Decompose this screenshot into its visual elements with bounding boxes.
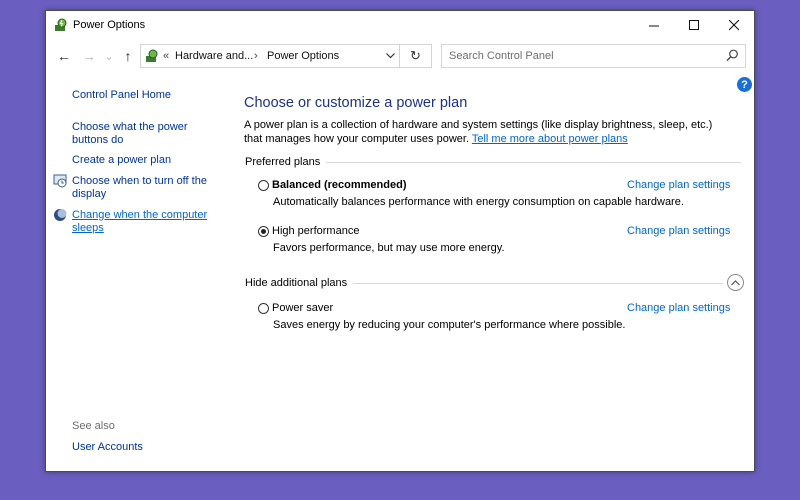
- display-settings-icon: [53, 174, 67, 191]
- search-box[interactable]: [441, 44, 746, 68]
- plan-name-balanced[interactable]: Balanced (recommended): [272, 179, 406, 191]
- collapse-additional-plans-button[interactable]: [727, 274, 744, 291]
- user-accounts-link[interactable]: User Accounts: [72, 441, 143, 454]
- close-button[interactable]: [714, 11, 754, 39]
- chevron-up-icon: [731, 279, 740, 285]
- back-button[interactable]: ←: [54, 46, 74, 66]
- power-options-app-icon: [54, 18, 68, 35]
- page-description: A power plan is a collection of hardware…: [244, 118, 724, 146]
- search-input[interactable]: [442, 45, 719, 67]
- preferred-plans-label: Preferred plans: [245, 156, 327, 168]
- plan-desc-balanced: Automatically balances performance with …: [273, 196, 684, 208]
- up-button[interactable]: ↑: [118, 46, 138, 66]
- back-arrow-icon: ←: [57, 48, 71, 64]
- hide-additional-plans-label[interactable]: Hide additional plans: [245, 277, 354, 289]
- learn-more-link[interactable]: Tell me more about power plans: [472, 133, 628, 145]
- up-arrow-icon: ↑: [124, 48, 132, 64]
- refresh-button[interactable]: ↻: [400, 44, 432, 68]
- navigation-bar: ← → ⌄ ↑ « Hardware and... › Power Option…: [46, 40, 754, 72]
- radio-power-saver[interactable]: [258, 303, 269, 314]
- maximize-icon: [688, 19, 699, 30]
- title-bar: Power Options: [46, 11, 754, 39]
- window-title: Power Options: [73, 19, 146, 31]
- address-bar[interactable]: « Hardware and... › Power Options: [140, 44, 400, 68]
- address-dropdown-button[interactable]: [380, 44, 400, 68]
- search-icon[interactable]: [726, 49, 739, 65]
- page-title: Choose or customize a power plan: [244, 95, 468, 111]
- refresh-icon: ↻: [410, 48, 421, 63]
- minimize-button[interactable]: [634, 11, 674, 39]
- chevron-down-icon: ⌄: [104, 50, 114, 63]
- breadcrumb-hardware[interactable]: Hardware and...: [175, 50, 253, 62]
- change-plan-settings-power-saver[interactable]: Change plan settings: [627, 302, 730, 314]
- sidebar-link-power-buttons[interactable]: Choose what the power buttons do: [72, 121, 202, 147]
- see-also-label: See also: [72, 420, 115, 432]
- recent-locations-button[interactable]: ⌄: [99, 46, 119, 66]
- control-panel-home-link[interactable]: Control Panel Home: [72, 89, 171, 102]
- sleep-moon-icon: [53, 208, 67, 225]
- sidebar-link-display-off[interactable]: Choose when to turn off the display: [72, 175, 212, 201]
- forward-button[interactable]: →: [79, 46, 99, 66]
- minimize-icon: [648, 25, 659, 26]
- chevron-down-icon: [385, 53, 395, 59]
- plan-desc-high-performance: Favors performance, but may use more ene…: [273, 242, 505, 254]
- change-plan-settings-balanced[interactable]: Change plan settings: [627, 179, 730, 191]
- breadcrumb-overflow[interactable]: «: [163, 50, 169, 62]
- plan-desc-power-saver: Saves energy by reducing your computer's…: [273, 319, 626, 331]
- change-plan-settings-high-performance[interactable]: Change plan settings: [627, 225, 730, 237]
- help-icon[interactable]: ?: [737, 77, 752, 92]
- close-icon: [728, 19, 739, 30]
- sidebar-link-create-plan[interactable]: Create a power plan: [72, 154, 171, 167]
- forward-arrow-icon: →: [82, 48, 96, 64]
- power-options-window: Power Options ← → ⌄ ↑ « Hardware and... …: [45, 10, 755, 472]
- radio-high-performance[interactable]: [258, 226, 269, 237]
- plan-name-power-saver[interactable]: Power saver: [272, 302, 333, 314]
- maximize-button[interactable]: [674, 11, 714, 39]
- sidebar-link-computer-sleeps[interactable]: Change when the computer sleeps: [72, 209, 212, 235]
- breadcrumb-power-options[interactable]: Power Options: [267, 50, 339, 62]
- plan-name-high-performance[interactable]: High performance: [272, 225, 359, 237]
- breadcrumb-separator[interactable]: ›: [254, 50, 258, 62]
- radio-balanced[interactable]: [258, 180, 269, 191]
- control-panel-icon: [145, 49, 159, 66]
